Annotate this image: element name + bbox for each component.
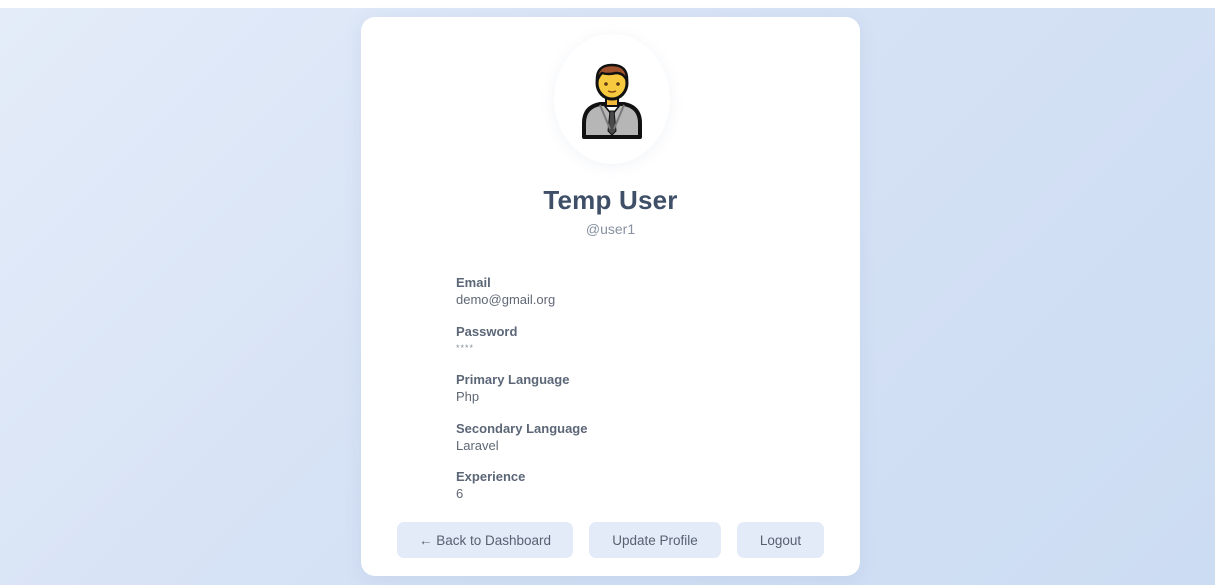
detail-experience: Experience 6 — [456, 469, 776, 518]
detail-label: Primary Language — [456, 372, 570, 387]
profile-username: @user1 — [585, 221, 636, 237]
update-profile-button[interactable]: Update Profile — [589, 522, 721, 558]
detail-value: Php — [456, 389, 480, 404]
back-to-dashboard-button[interactable]: ← Back to Dashboard — [397, 522, 573, 558]
detail-label: Email — [456, 275, 491, 290]
detail-password: Password **** — [456, 324, 776, 373]
detail-label: Experience — [456, 469, 526, 484]
avatar — [554, 34, 670, 164]
detail-value: 6 — [456, 486, 464, 501]
profile-details: Email demo@gmail.org Password **** Prima… — [456, 275, 776, 518]
detail-primary-language: Primary Language Php — [456, 372, 776, 421]
detail-value: Laravel — [456, 437, 499, 453]
top-strip — [0, 0, 1215, 8]
detail-value: **** — [456, 342, 475, 353]
detail-email: Email demo@gmail.org — [456, 275, 776, 324]
detail-value: demo@gmail.org — [456, 292, 556, 307]
profile-name: Temp User — [543, 185, 678, 215]
detail-label: Password — [456, 323, 518, 339]
businessman-person-icon — [582, 63, 642, 139]
detail-label: Secondary Language — [456, 420, 588, 436]
profile-card: Temp User @user1 Email demo@gmail.org Pa… — [361, 17, 860, 576]
logout-button[interactable]: Logout — [737, 522, 824, 558]
detail-secondary-language: Secondary Language Laravel — [456, 421, 776, 470]
profile-actions: ← Back to Dashboard Update Profile Logou… — [361, 522, 860, 558]
